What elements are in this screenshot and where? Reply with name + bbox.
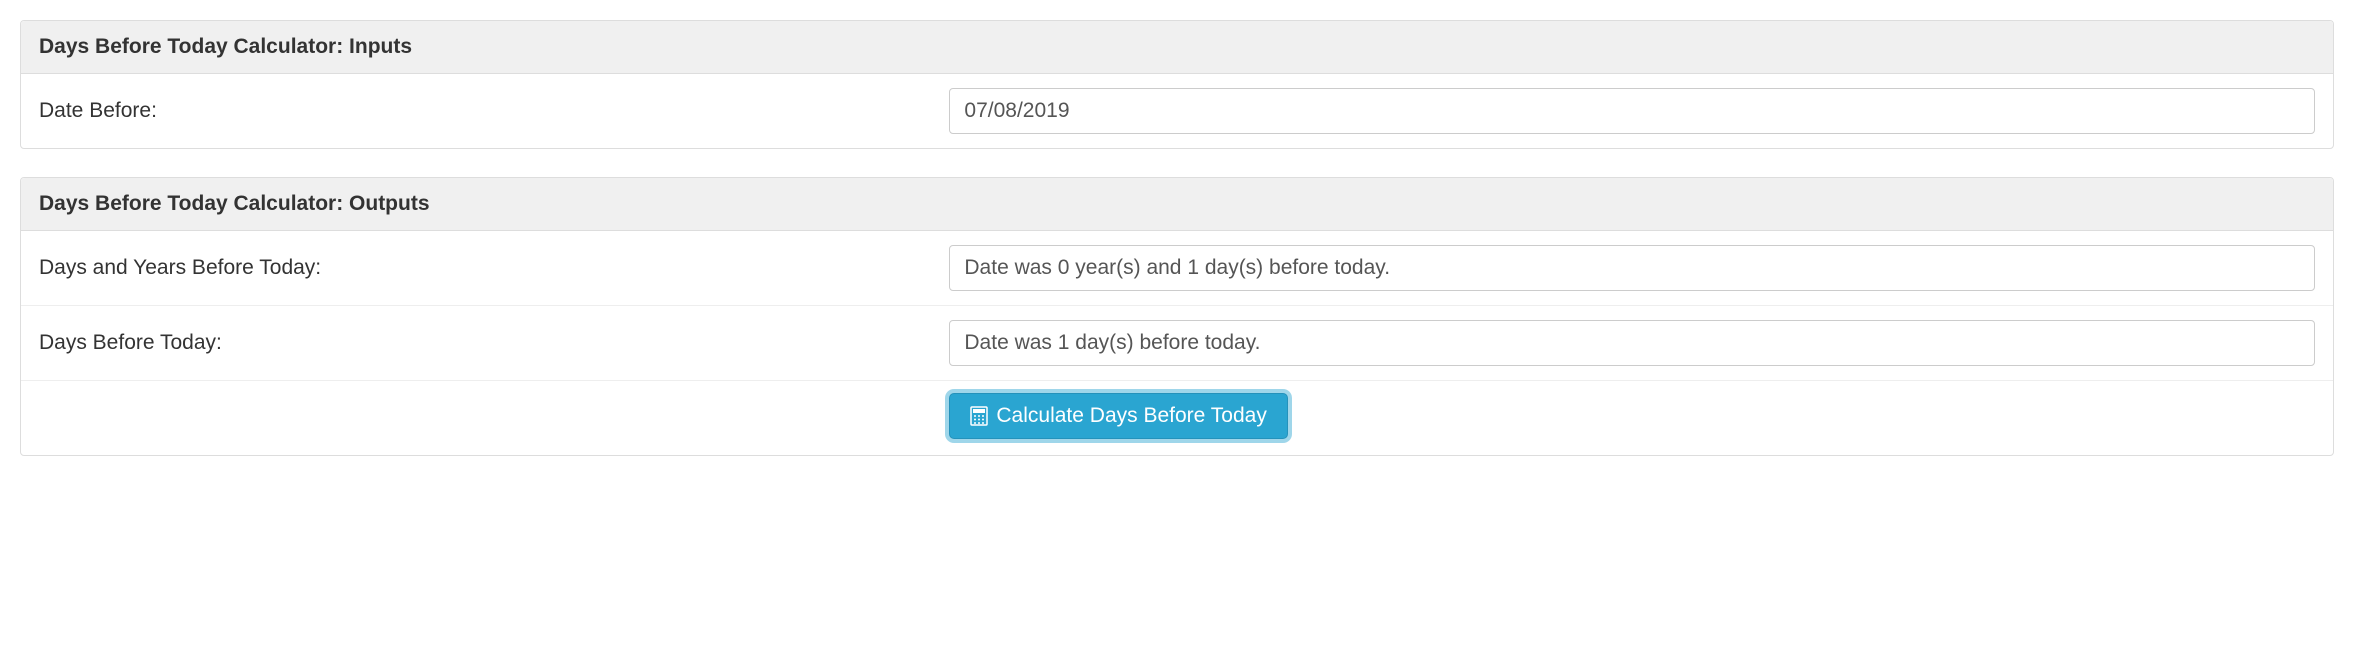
date-before-label: Date Before:: [39, 99, 949, 123]
calculator-icon: [970, 406, 988, 426]
button-row: Calculate Days Before Today: [21, 381, 2333, 455]
inputs-panel-header: Days Before Today Calculator: Inputs: [21, 21, 2333, 74]
days-before-label: Days Before Today:: [39, 331, 949, 355]
days-before-output[interactable]: [949, 320, 2315, 366]
outputs-panel-body: Days and Years Before Today: Days Before…: [21, 231, 2333, 455]
calculate-button[interactable]: Calculate Days Before Today: [949, 393, 1287, 439]
days-years-label: Days and Years Before Today:: [39, 256, 949, 280]
inputs-panel: Days Before Today Calculator: Inputs Dat…: [20, 20, 2334, 149]
calculate-button-label: Calculate Days Before Today: [996, 404, 1266, 428]
days-years-row: Days and Years Before Today:: [21, 231, 2333, 306]
date-before-row: Date Before:: [21, 74, 2333, 148]
date-before-input[interactable]: [949, 88, 2315, 134]
outputs-panel: Days Before Today Calculator: Outputs Da…: [20, 177, 2334, 456]
outputs-panel-header: Days Before Today Calculator: Outputs: [21, 178, 2333, 231]
inputs-panel-body: Date Before:: [21, 74, 2333, 148]
days-before-row: Days Before Today:: [21, 306, 2333, 381]
days-years-output[interactable]: [949, 245, 2315, 291]
